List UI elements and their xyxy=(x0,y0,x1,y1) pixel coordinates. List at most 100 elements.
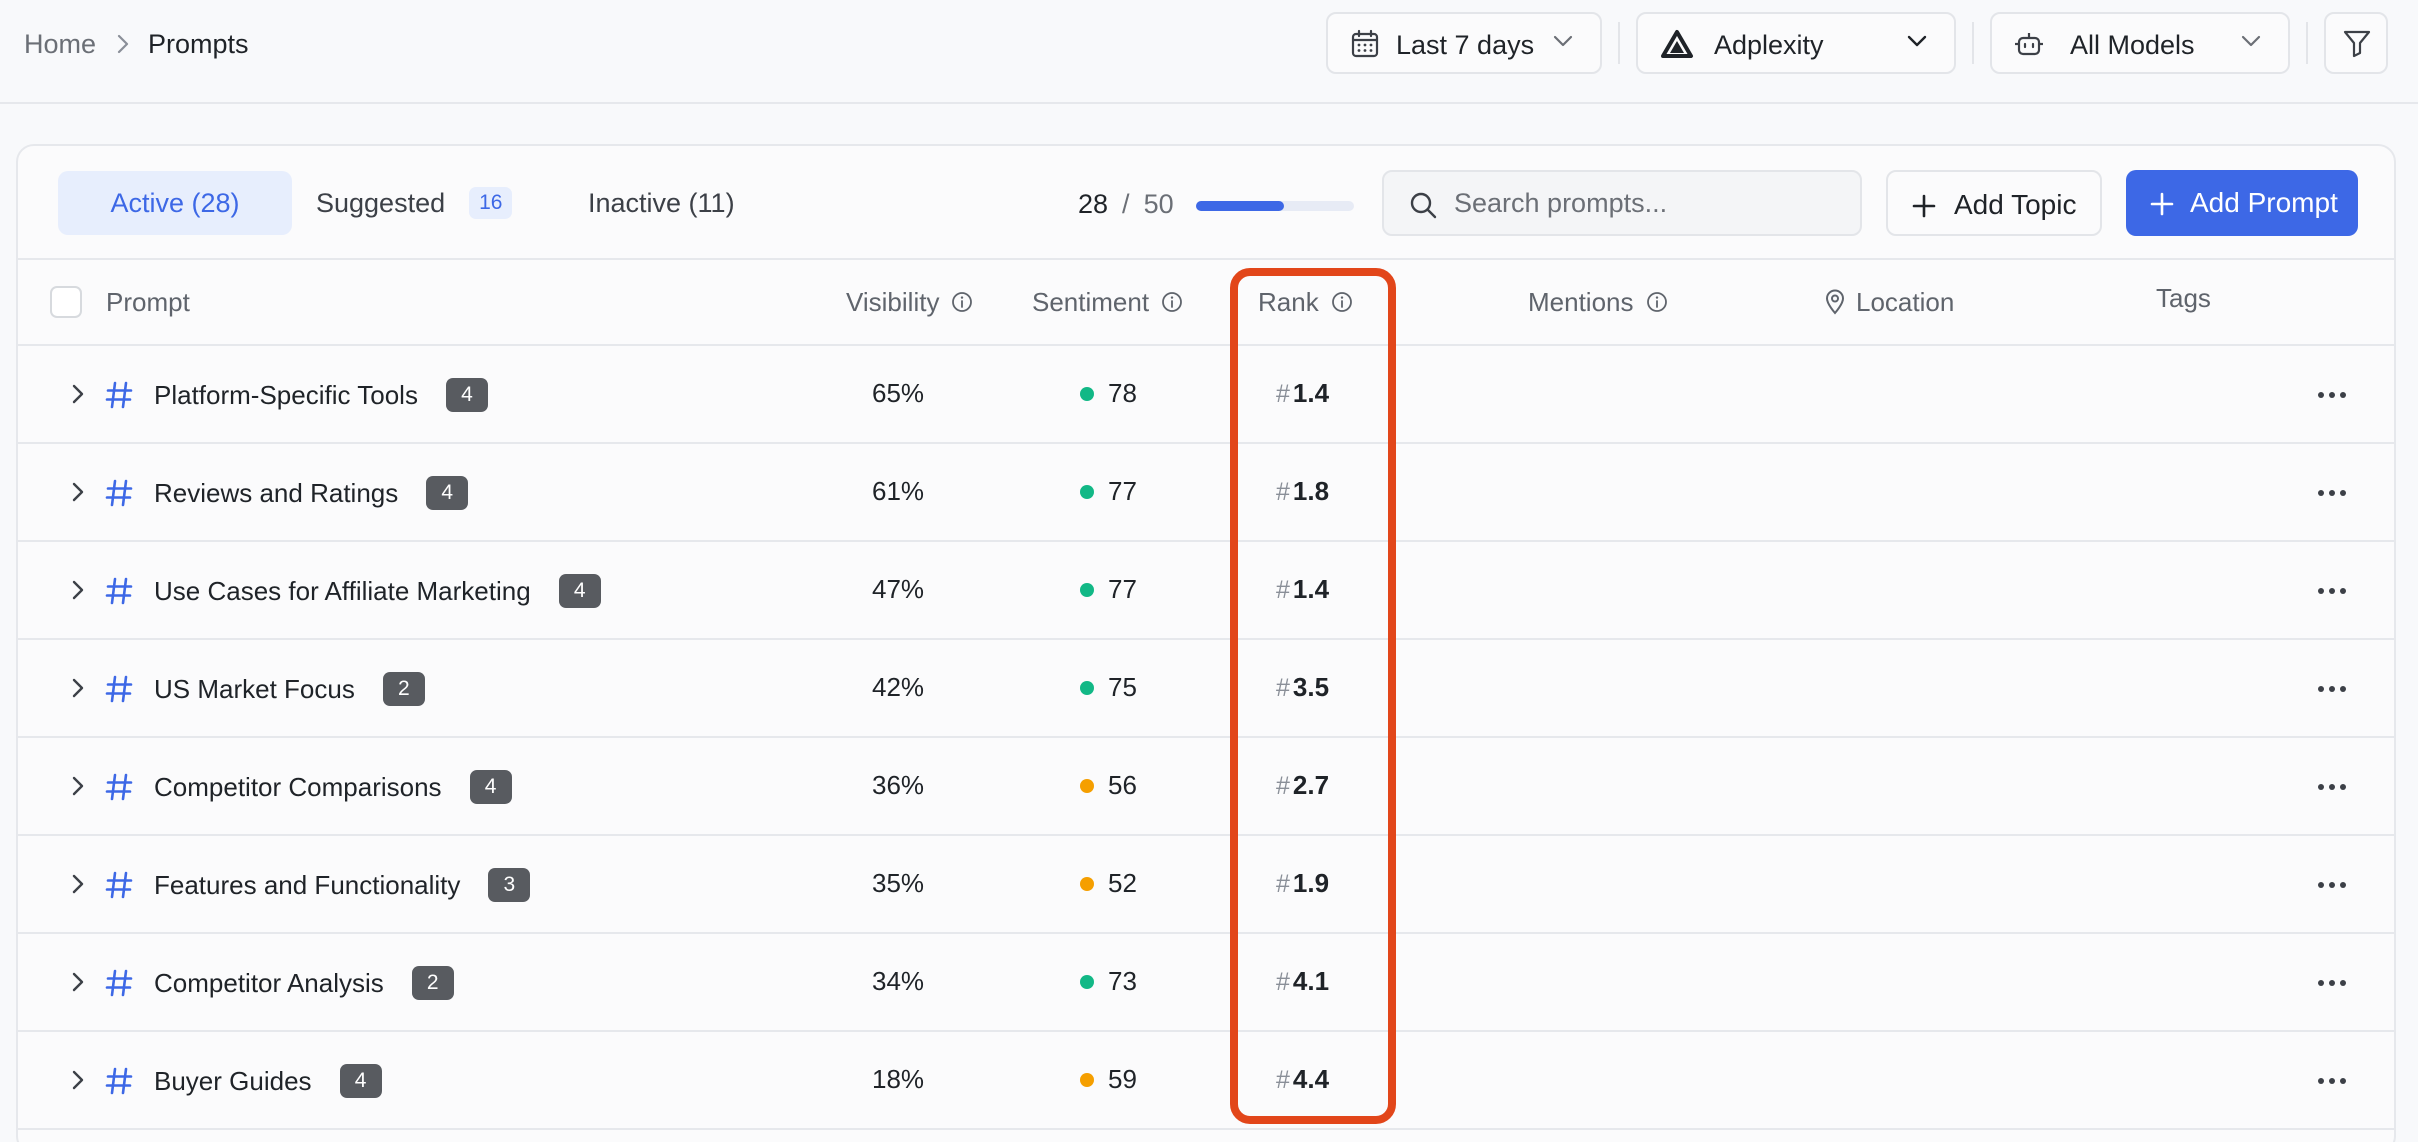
sentiment-cell: 59 xyxy=(1080,1064,1137,1095)
brand-value: Adplexity xyxy=(1714,30,1824,60)
tab-suggested-label: Suggested xyxy=(316,187,446,218)
topic-name[interactable]: Reviews and Ratings 4 xyxy=(154,476,469,510)
table-header: Prompt Visibility Sentiment Rank Mention… xyxy=(18,260,2394,346)
topic-name[interactable]: Features and Functionality 3 xyxy=(154,868,531,902)
rank-cell: #1.8 xyxy=(1276,476,1329,507)
topic-name[interactable]: Platform-Specific Tools 4 xyxy=(154,378,488,412)
info-icon[interactable] xyxy=(1331,291,1353,313)
more-options-icon[interactable] xyxy=(2316,978,2348,988)
table-row[interactable]: Buyer Guides 4 18% 59 #4.4 xyxy=(18,1032,2394,1130)
chevron-right-icon[interactable] xyxy=(70,382,86,406)
more-options-icon[interactable] xyxy=(2316,488,2348,498)
chevron-right-icon[interactable] xyxy=(70,970,86,994)
rank-cell: #2.7 xyxy=(1276,770,1329,801)
rank-cell: #4.4 xyxy=(1276,1064,1329,1095)
brand-dropdown[interactable]: Adplexity xyxy=(1636,12,1956,74)
rank-value: 4.4 xyxy=(1292,1064,1330,1094)
prompts-card: Active (28) Suggested 16 Inactive (11) 2… xyxy=(16,144,2396,1142)
tab-inactive[interactable]: Inactive (11) xyxy=(588,171,735,235)
tab-suggested[interactable]: Suggested 16 xyxy=(316,171,513,235)
tab-active[interactable]: Active (28) xyxy=(58,171,292,235)
chevron-right-icon[interactable] xyxy=(70,578,86,602)
add-topic-button[interactable]: Add Topic xyxy=(1886,170,2102,236)
chevron-right-icon[interactable] xyxy=(70,480,86,504)
usage-limit: 50 xyxy=(1143,188,1174,219)
topic-label: US Market Focus xyxy=(154,673,355,704)
chevron-down-icon xyxy=(1906,34,1928,48)
more-options-icon[interactable] xyxy=(2316,880,2348,890)
topic-name[interactable]: Competitor Analysis 2 xyxy=(154,966,454,1000)
hash-icon xyxy=(104,380,134,410)
models-value: All Models xyxy=(2070,30,2195,60)
topic-label: Features and Functionality xyxy=(154,869,461,900)
table-row[interactable]: Competitor Comparisons 4 36% 56 #2.7 xyxy=(18,738,2394,836)
sentiment-cell: 52 xyxy=(1080,868,1137,899)
topic-name[interactable]: Buyer Guides 4 xyxy=(154,1064,382,1098)
column-header-visibility[interactable]: Visibility xyxy=(846,286,973,318)
sentiment-cell: 77 xyxy=(1080,574,1137,605)
visibility-value: 34% xyxy=(872,966,925,996)
rank-cell: #3.5 xyxy=(1276,672,1329,703)
filter-button[interactable] xyxy=(2324,12,2388,74)
info-icon[interactable] xyxy=(1161,291,1183,313)
breadcrumb-home[interactable]: Home xyxy=(24,29,96,60)
sentiment-status-dot xyxy=(1080,680,1094,695)
chevron-right-icon[interactable] xyxy=(70,676,86,700)
table-row[interactable]: Reviews and Ratings 4 61% 77 #1.8 xyxy=(18,444,2394,542)
sentiment-value: 59 xyxy=(1108,1064,1137,1094)
column-header-rank[interactable]: Rank xyxy=(1258,286,1353,318)
map-pin-icon xyxy=(1824,289,1846,315)
calendar-icon xyxy=(1350,29,1380,59)
column-header-sentiment[interactable]: Sentiment xyxy=(1032,286,1183,318)
info-icon[interactable] xyxy=(1646,291,1668,313)
date-range-dropdown[interactable]: Last 7 days xyxy=(1326,12,1602,74)
chevron-right-icon[interactable] xyxy=(70,1068,86,1092)
more-options-icon[interactable] xyxy=(2316,782,2348,792)
rank-cell: #1.4 xyxy=(1276,574,1329,605)
column-header-tags[interactable]: Tags xyxy=(2156,282,2211,314)
more-options-icon[interactable] xyxy=(2316,390,2348,400)
sentiment-value: 75 xyxy=(1108,672,1137,702)
more-options-icon[interactable] xyxy=(2316,1076,2348,1086)
models-dropdown[interactable]: All Models xyxy=(1990,12,2290,74)
more-options-icon[interactable] xyxy=(2316,586,2348,596)
column-label: Sentiment xyxy=(1032,286,1150,317)
filter-icon xyxy=(2342,28,2372,58)
rank-value: 4.1 xyxy=(1292,966,1330,996)
table-row[interactable]: Competitor Analysis 2 34% 73 #4.1 xyxy=(18,934,2394,1032)
chevron-down-icon xyxy=(1552,34,1574,48)
prompts-toolbar: Active (28) Suggested 16 Inactive (11) 2… xyxy=(18,146,2394,260)
chevron-right-icon[interactable] xyxy=(70,774,86,798)
search-input[interactable] xyxy=(1454,182,1844,224)
sentiment-value: 73 xyxy=(1108,966,1137,996)
usage-progress-bar xyxy=(1196,201,1354,211)
hash-icon xyxy=(104,1066,134,1096)
prompt-count-badge: 4 xyxy=(445,378,488,412)
info-icon[interactable] xyxy=(951,291,973,313)
prompt-count-badge: 2 xyxy=(411,966,454,1000)
table-row[interactable]: Use Cases for Affiliate Marketing 4 47% 77 #… xyxy=(18,542,2394,640)
topic-name[interactable]: Use Cases for Affiliate Marketing 4 xyxy=(154,574,601,608)
topic-name[interactable]: Competitor Comparisons 4 xyxy=(154,770,512,804)
more-options-icon[interactable] xyxy=(2316,684,2348,694)
column-label: Visibility xyxy=(846,286,940,317)
hash-icon xyxy=(104,870,134,900)
chevron-right-icon[interactable] xyxy=(70,872,86,896)
column-header-mentions[interactable]: Mentions xyxy=(1528,286,1668,318)
prompt-count-badge: 3 xyxy=(488,868,531,902)
table-row[interactable]: Features and Functionality 3 35% 52 #1.9 xyxy=(18,836,2394,934)
table-row[interactable]: Platform-Specific Tools 4 65% 78 #1.4 xyxy=(18,346,2394,444)
rank-value: 1.8 xyxy=(1292,476,1330,506)
plus-icon xyxy=(2150,192,2174,216)
sentiment-value: 56 xyxy=(1108,770,1137,800)
select-all-checkbox[interactable] xyxy=(50,286,82,318)
add-prompt-button[interactable]: Add Prompt xyxy=(2126,170,2358,236)
topic-name[interactable]: US Market Focus 2 xyxy=(154,672,425,706)
sentiment-status-dot xyxy=(1080,386,1094,401)
visibility-value: 18% xyxy=(872,1064,925,1094)
column-header-prompt[interactable]: Prompt xyxy=(106,286,190,318)
hash-icon xyxy=(104,576,134,606)
rank-prefix: # xyxy=(1276,1066,1290,1094)
table-row[interactable]: US Market Focus 2 42% 75 #3.5 xyxy=(18,640,2394,738)
column-header-location[interactable]: Location xyxy=(1824,286,1954,318)
